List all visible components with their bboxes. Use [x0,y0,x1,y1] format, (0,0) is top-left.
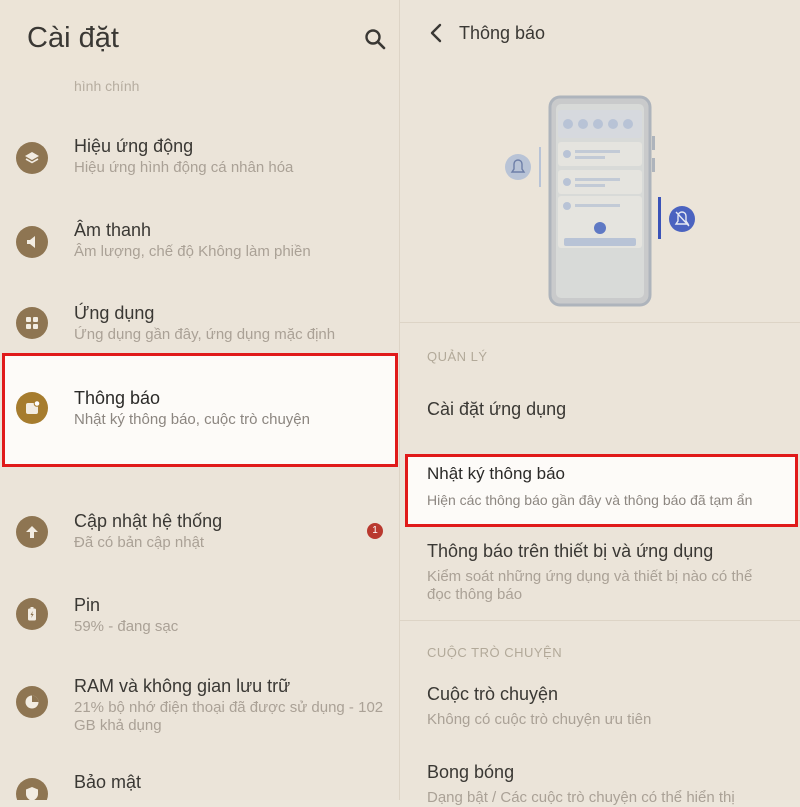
conversations-item[interactable]: Cuộc trò chuyện [427,684,558,705]
apps-grid-icon [16,307,48,339]
search-icon[interactable] [364,28,386,50]
page-title: Thông báo [459,23,546,43]
section-divider [400,322,800,323]
settings-item-storage[interactable]: RAM và không gian lưu trữ 21% bộ nhớ điệ… [0,662,400,762]
item-subtitle: 21% bộ nhớ điện thoại đã được sử dụng - … [74,699,384,734]
item-title: Ứng dụng [74,303,155,323]
item-title: Âm thanh [74,220,152,240]
item-subtitle: Hiệu ứng hình động cá nhân hóa [74,159,294,176]
settings-header: Cài đặt [0,0,400,80]
storage-icon [16,686,48,718]
item-subtitle: Đã có bản cập nhật [74,534,205,551]
device-app-notifications-item[interactable]: Thông báo trên thiết bị và ứng dụng [427,541,713,562]
settings-item-system-update[interactable]: Cập nhật hệ thống Đã có bản cập nhật [0,497,400,577]
section-divider [400,620,800,621]
shield-icon [16,778,48,800]
item-subtitle: Dạng bật / Các cuộc trò chuyện có thể hi… [427,789,735,806]
app-settings-item[interactable]: Cài đặt ứng dụng [427,399,566,420]
speaker-icon [16,226,48,258]
item-subtitle: Âm lượng, chế độ Không làm phiền [74,243,311,260]
item-subtitle: Hiện các thông báo gần đây và thông báo … [427,492,753,508]
item-title: Thông báo [74,388,161,408]
back-arrow-icon[interactable] [428,23,444,43]
item-title: Cập nhật hệ thống [74,511,223,531]
bubbles-item[interactable]: Bong bóng [427,762,514,783]
item-title: Bảo mật [74,772,142,792]
settings-item-notifications[interactable]: Thông báo Nhật ký thông báo, cuộc trò ch… [2,353,398,467]
layers-icon [16,142,48,174]
item-title: Pin [74,595,101,615]
item-subtitle: 59% - đang sạc [74,618,179,635]
item-subtitle: Nhật ký thông báo, cuộc trò chuyện [74,411,310,428]
section-header-manage: QUẢN LÝ [427,349,488,364]
section-header-conversations: CUỘC TRÒ CHUYỆN [427,645,563,660]
system-update-icon [16,516,48,548]
settings-item-security[interactable]: Bảo mật [0,758,400,800]
item-subtitle: Ứng dụng gần đây, ứng dụng mặc định [74,326,336,343]
update-count-badge: 1 [367,523,383,539]
item-title: Hiệu ứng động [74,136,194,156]
settings-item-sound[interactable]: Âm thanh Âm lượng, chế độ Không làm phiề… [0,206,400,286]
notification-illustration [505,95,695,307]
settings-item-animations[interactable]: Hiệu ứng động Hiệu ứng hình động cá nhân… [0,122,400,202]
partial-subtitle: hình chính [74,78,140,94]
notification-icon [16,392,48,424]
page-title: Cài đặt [27,22,119,54]
item-subtitle: Không có cuộc trò chuyện ưu tiên [427,711,652,728]
item-title: RAM và không gian lưu trữ [74,676,291,696]
notification-history-item[interactable]: Nhật ký thông báo Hiện các thông báo gần… [405,454,798,527]
settings-pane: Cài đặt hình chính Hiệu ứng động Hiệu ứn… [0,0,400,800]
item-title: Nhật ký thông báo [427,464,565,483]
settings-item-battery[interactable]: Pin 59% - đang sạc [0,581,400,661]
battery-icon [16,598,48,630]
item-subtitle: Kiểm soát những ứng dụng và thiết bị nào… [427,568,753,603]
